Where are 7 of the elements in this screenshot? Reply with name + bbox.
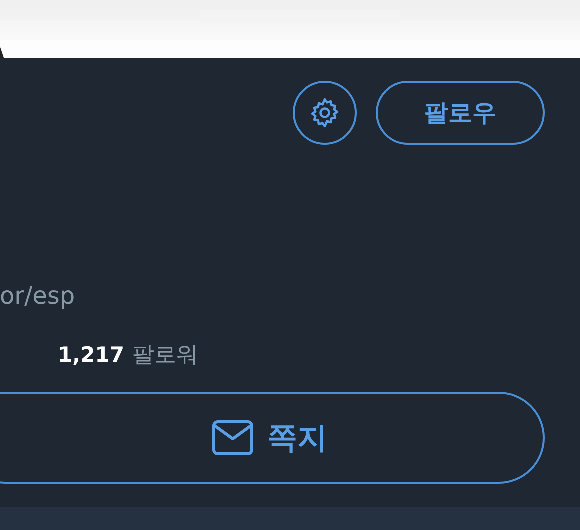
envelope-icon bbox=[212, 420, 254, 456]
message-button[interactable]: 쪽지 bbox=[0, 392, 545, 484]
profile-handle: or/esp bbox=[0, 281, 76, 311]
stat-label: 팔로워 bbox=[132, 342, 198, 370]
settings-button[interactable] bbox=[293, 81, 357, 145]
stat-count: 1,217 bbox=[58, 343, 124, 367]
follow-button[interactable]: 팔로우 bbox=[376, 81, 545, 145]
